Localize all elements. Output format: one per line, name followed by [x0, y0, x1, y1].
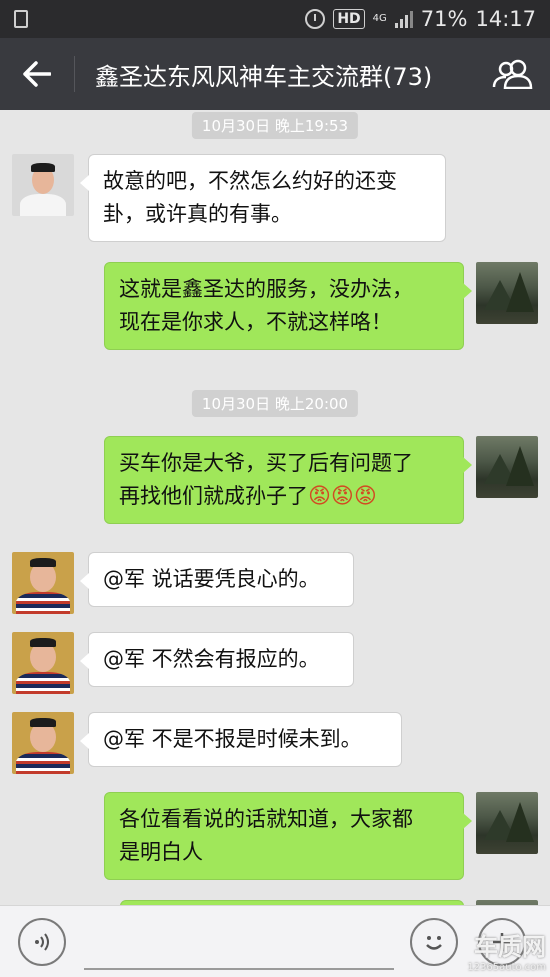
message-text-line: 卦，或许真的有事。 [103, 202, 292, 226]
clock: 14:17 [475, 7, 536, 31]
message-bubble[interactable]: 各位看看说的话就知道，大家都 是明白人 [104, 792, 472, 880]
message-bubble[interactable]: @军 不是不报是时候未到。 [80, 712, 402, 767]
message-bubble[interactable]: @军 不然会有报应的。 [80, 632, 354, 687]
message-text-line: 各位看看说的话就知道，大家都 [119, 807, 413, 831]
message-bubble[interactable]: 这就是鑫圣达的服务，没办法， 现在是你求人，不就这样咯！ [104, 262, 472, 350]
angry-emoji-icon: 😡😡😡 [308, 484, 377, 509]
group-members-button[interactable] [476, 38, 550, 110]
watermark: 车质网 12365auto.com [467, 927, 546, 973]
emoji-button[interactable] [410, 918, 458, 966]
battery-level: 71% [420, 7, 468, 31]
watermark-logo: 车质网 [474, 933, 546, 961]
back-arrow-icon [23, 61, 51, 87]
message-text-line: 再找他们就成孙子了 [119, 484, 308, 508]
alarm-icon [305, 9, 326, 29]
avatar-man-glasses[interactable] [12, 154, 74, 216]
message-timestamp: 10月30日 晚上20:00 [191, 390, 359, 417]
group-members-icon [492, 59, 533, 89]
message-text-line: 故意的吧，不然怎么约好的还变 [103, 169, 397, 193]
avatar-landscape[interactable] [476, 262, 538, 324]
chat-area[interactable]: 10月30日 晚上19:53 故意的吧，不然怎么约好的还变 卦，或许真的有事。 … [0, 110, 550, 905]
message-bubble[interactable]: @军 说话要凭良心的。 [80, 552, 354, 607]
status-bar: HD 4G 71% 14:17 [0, 0, 550, 38]
message-text-line: @军 不然会有报应的。 [103, 647, 320, 671]
message-text-line: 这就是鑫圣达的服务，没办法， [119, 277, 413, 301]
message-text-line: 买车你是大爷，买了后有问题了 [119, 451, 413, 475]
avatar-landscape[interactable] [476, 436, 538, 498]
hd-badge: HD [333, 9, 365, 29]
voice-button[interactable] [18, 918, 66, 966]
input-bar: 车质网 12365auto.com [0, 905, 550, 977]
message-text-line: 是明白人 [119, 840, 203, 864]
message-input[interactable] [84, 968, 394, 970]
network-type-label: 4G [372, 13, 387, 24]
avatar-man-stripes[interactable] [12, 632, 74, 694]
message-bubble[interactable]: 故意的吧，不然怎么约好的还变 卦，或许真的有事。 [80, 154, 446, 242]
voice-icon [35, 933, 49, 951]
title-bar: 鑫圣达东风风神车主交流群(73) [0, 38, 550, 110]
message-text-line: 现在是你求人，不就这样咯！ [119, 310, 392, 334]
signal-icon [394, 10, 413, 28]
recycle-notification-icon [14, 10, 28, 28]
avatar-landscape[interactable] [476, 792, 538, 854]
watermark-url: 12365auto.com [467, 962, 546, 973]
message-text-line: @军 说话要凭良心的。 [103, 567, 320, 591]
message-timestamp: 10月30日 晚上19:53 [191, 112, 359, 139]
back-button[interactable] [0, 38, 74, 110]
avatar-man-stripes[interactable] [12, 712, 74, 774]
message-bubble[interactable]: 买车你是大爷，买了后有问题了 再找他们就成孙子了😡😡😡 [104, 436, 472, 524]
message-text-line: @军 不是不报是时候未到。 [103, 727, 362, 751]
avatar-man-stripes[interactable] [12, 552, 74, 614]
page-title: 鑫圣达东风风神车主交流群(73) [95, 62, 433, 91]
emoji-icon [426, 936, 442, 950]
